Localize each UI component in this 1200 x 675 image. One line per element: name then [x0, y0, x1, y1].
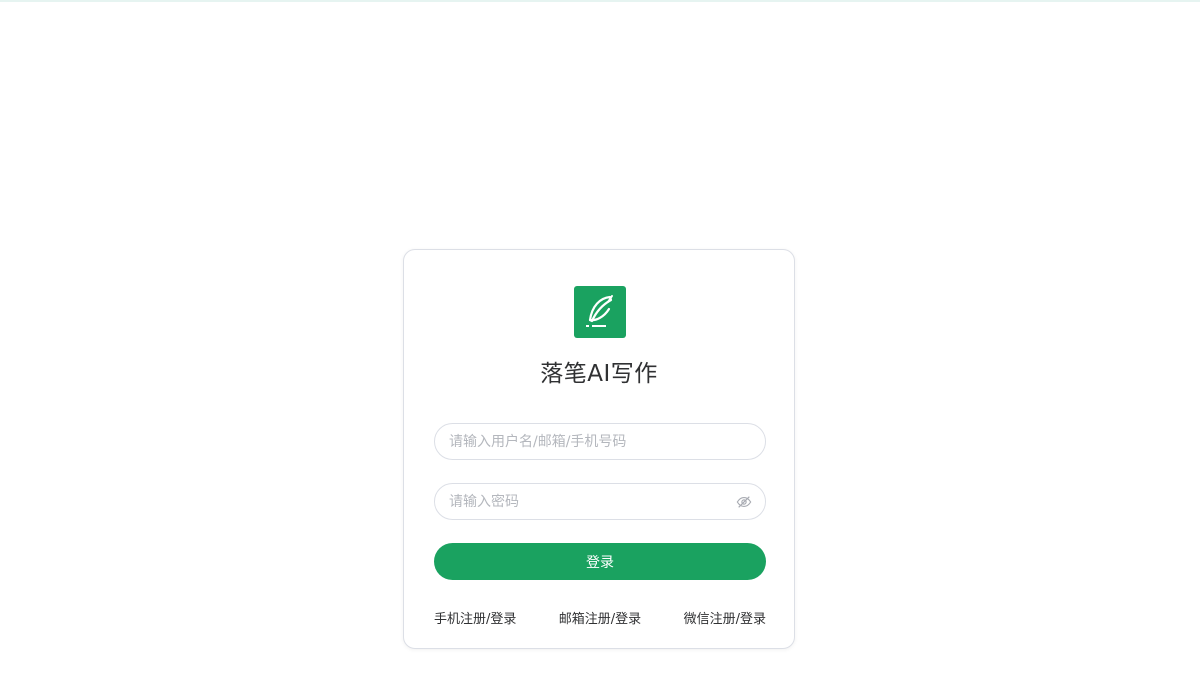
feather-pen-icon [586, 295, 613, 327]
register-links: 手机注册/登录 邮箱注册/登录 微信注册/登录 [434, 608, 766, 627]
login-card: 落笔AI写作 登录 手机注册/登录 邮箱注册/登录 微信注册/登录 [403, 249, 795, 649]
email-register-link[interactable]: 邮箱注册/登录 [559, 608, 641, 627]
phone-register-link[interactable]: 手机注册/登录 [434, 608, 516, 627]
login-button[interactable]: 登录 [434, 543, 766, 580]
username-field[interactable] [434, 423, 766, 460]
password-field[interactable] [434, 483, 766, 520]
password-input[interactable] [435, 484, 735, 519]
top-accent-line [0, 0, 1200, 2]
app-logo [574, 286, 626, 338]
wechat-register-link[interactable]: 微信注册/登录 [684, 608, 766, 627]
eye-icon[interactable] [735, 493, 753, 511]
username-input[interactable] [435, 424, 765, 459]
app-title: 落笔AI写作 [540, 361, 658, 387]
